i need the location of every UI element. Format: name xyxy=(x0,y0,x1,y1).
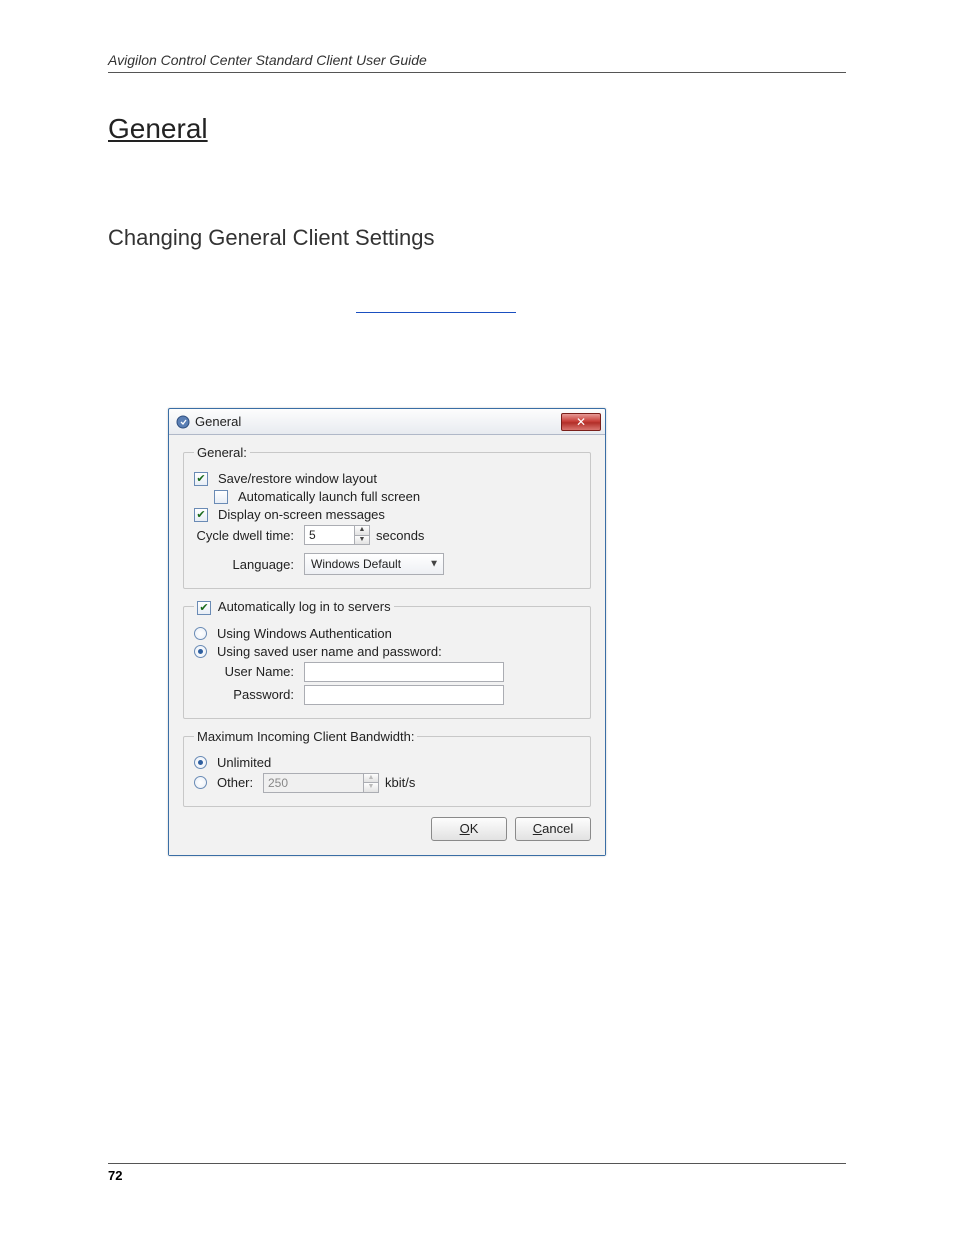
other-bw-input xyxy=(263,773,363,793)
auto-login-legend-text: Automatically log in to servers xyxy=(218,599,391,614)
other-bw-unit: kbit/s xyxy=(385,775,415,790)
password-label: Password: xyxy=(214,687,294,702)
other-bw-radio[interactable] xyxy=(194,776,207,789)
display-messages-checkbox[interactable]: ✔ xyxy=(194,508,208,522)
general-group: General: ✔ Save/restore window layout Au… xyxy=(183,445,591,589)
dwell-time-spinner[interactable]: ▲ ▼ xyxy=(304,525,370,545)
language-select[interactable]: Windows Default ▼ xyxy=(304,553,444,575)
bandwidth-legend: Maximum Incoming Client Bandwidth: xyxy=(194,729,417,744)
dwell-time-input[interactable] xyxy=(304,525,354,545)
page-number: 72 xyxy=(108,1168,122,1183)
page-footer: 72 xyxy=(108,1163,846,1183)
saved-cred-radio[interactable] xyxy=(194,645,207,658)
username-input[interactable] xyxy=(304,662,504,682)
cancel-button[interactable]: Cancel xyxy=(515,817,591,841)
app-icon xyxy=(175,414,191,430)
display-messages-label: Display on-screen messages xyxy=(218,507,385,522)
auto-fullscreen-label: Automatically launch full screen xyxy=(238,489,420,504)
unlimited-radio[interactable] xyxy=(194,756,207,769)
save-restore-checkbox[interactable]: ✔ xyxy=(194,472,208,486)
general-dialog: General ✕ General: ✔ Save/restore window… xyxy=(168,408,606,856)
auto-login-legend: ✔ Automatically log in to servers xyxy=(194,599,394,615)
running-header: Avigilon Control Center Standard Client … xyxy=(108,52,846,73)
saved-cred-label: Using saved user name and password: xyxy=(217,644,442,659)
ok-button[interactable]: OK xyxy=(431,817,507,841)
dwell-spin-buttons[interactable]: ▲ ▼ xyxy=(354,525,370,545)
dialog-titlebar[interactable]: General ✕ xyxy=(169,409,605,435)
bandwidth-group: Maximum Incoming Client Bandwidth: Unlim… xyxy=(183,729,591,807)
unlimited-label: Unlimited xyxy=(217,755,271,770)
windows-auth-radio[interactable] xyxy=(194,627,207,640)
spin-down-icon: ▼ xyxy=(364,783,378,792)
link-placeholder xyxy=(356,299,516,313)
username-label: User Name: xyxy=(214,664,294,679)
spin-down-icon[interactable]: ▼ xyxy=(355,536,369,545)
windows-auth-label: Using Windows Authentication xyxy=(217,626,392,641)
password-input[interactable] xyxy=(304,685,504,705)
dwell-unit: seconds xyxy=(376,528,424,543)
language-label: Language: xyxy=(194,557,294,572)
other-bw-spin-buttons: ▲ ▼ xyxy=(363,773,379,793)
other-bw-spinner: ▲ ▼ xyxy=(263,773,379,793)
close-button[interactable]: ✕ xyxy=(561,413,601,431)
other-bw-label: Other: xyxy=(217,775,257,790)
general-legend: General: xyxy=(194,445,250,460)
close-icon: ✕ xyxy=(576,415,586,429)
auto-login-group: ✔ Automatically log in to servers Using … xyxy=(183,599,591,719)
auto-login-checkbox[interactable]: ✔ xyxy=(197,601,211,615)
spin-up-icon[interactable]: ▲ xyxy=(355,526,369,536)
dialog-title: General xyxy=(195,414,241,429)
language-value: Windows Default xyxy=(311,557,401,571)
save-restore-label: Save/restore window layout xyxy=(218,471,377,486)
spin-up-icon: ▲ xyxy=(364,774,378,784)
chevron-down-icon: ▼ xyxy=(429,559,439,570)
auto-fullscreen-checkbox[interactable] xyxy=(214,490,228,504)
section-title: General xyxy=(108,113,846,145)
sub-section-title: Changing General Client Settings xyxy=(108,225,846,251)
dwell-time-label: Cycle dwell time: xyxy=(194,528,294,543)
